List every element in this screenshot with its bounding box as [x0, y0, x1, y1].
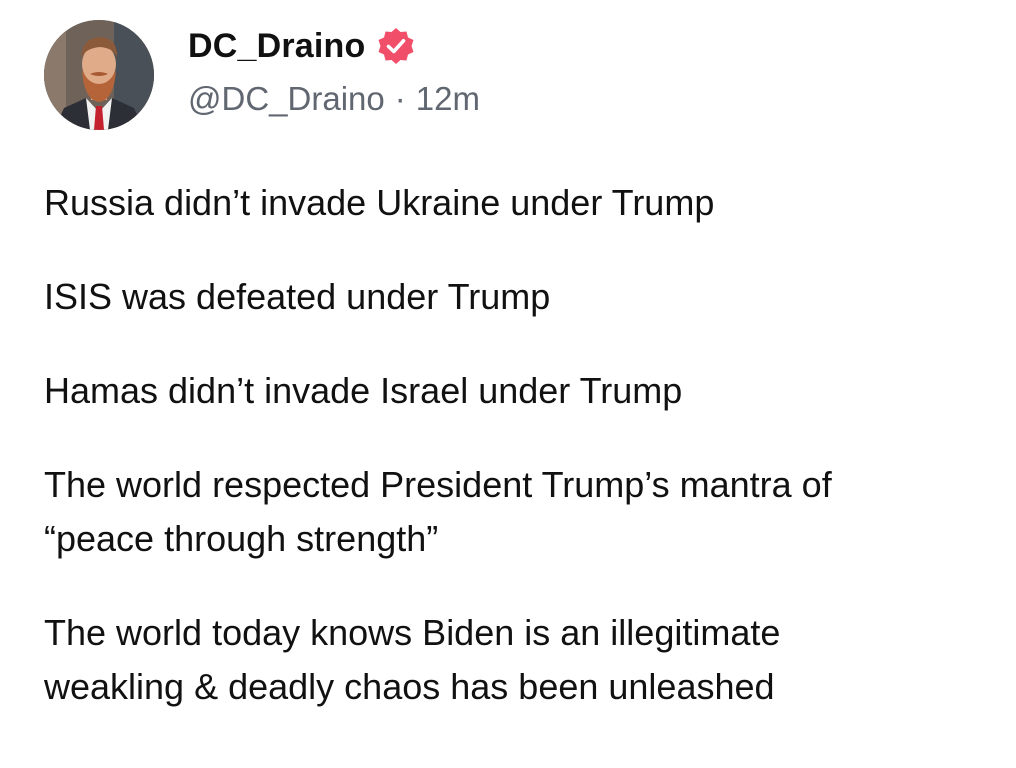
avatar-image [44, 20, 154, 130]
post-paragraph: The world respected President Trump’s ma… [44, 464, 832, 559]
author-identity: DC_Draino @DC_Draino · 12m [188, 20, 480, 115]
display-name[interactable]: DC_Draino [188, 29, 366, 63]
avatar[interactable] [44, 20, 154, 130]
post-paragraph: Russia didn’t invade Ukraine under Trump [44, 182, 715, 223]
post-header: DC_Draino @DC_Draino · 12m [44, 20, 480, 130]
post-timestamp[interactable]: 12m [416, 82, 480, 115]
meta-separator: · [394, 80, 406, 117]
author-meta: @DC_Draino · 12m [188, 82, 480, 115]
author-handle[interactable]: @DC_Draino [188, 82, 385, 115]
post-paragraph: ISIS was defeated under Trump [44, 276, 551, 317]
name-row: DC_Draino [188, 20, 480, 72]
post-paragraph: Hamas didn’t invade Israel under Trump [44, 370, 683, 411]
post-card: DC_Draino @DC_Draino · 12m Russia didn’t… [0, 0, 1016, 768]
post-paragraph: The world today knows Biden is an illegi… [44, 612, 781, 707]
verified-badge-icon [376, 26, 416, 66]
post-body: Russia didn’t invade Ukraine under Trump… [44, 176, 984, 754]
